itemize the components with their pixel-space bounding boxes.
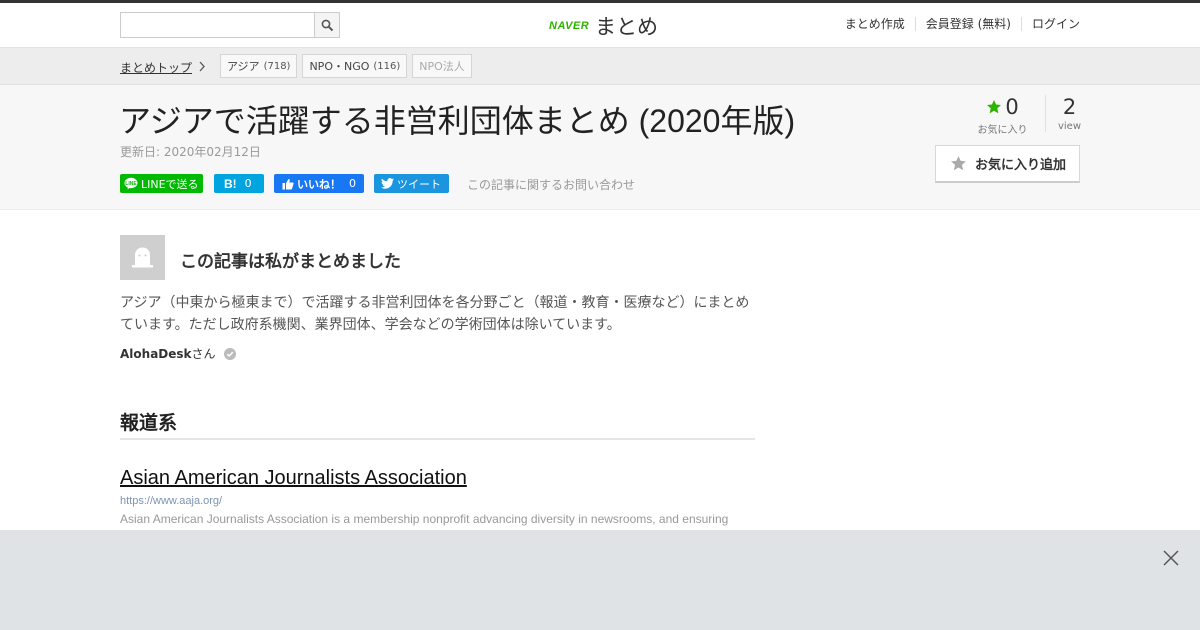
author-suffix: さん [191, 347, 216, 361]
facebook-like-label: いいね！ [297, 177, 341, 191]
tag-asia[interactable]: アジア (718) [220, 54, 298, 78]
close-icon [1163, 550, 1179, 566]
article-header: アジアで活躍する非営利団体まとめ (2020年版) 更新日: 2020年02月1… [0, 85, 1200, 210]
breadcrumb-home-link[interactable]: まとめトップ [120, 59, 192, 76]
article-description: アジア（中東から極東まで）で活躍する非営利団体を各分野ごと（報道・教育・医療など… [120, 295, 750, 333]
hatena-count: 0 [244, 177, 252, 190]
site-header: NAVER まとめ まとめ作成 会員登録 (無料) ログイン [0, 3, 1200, 48]
twitter-icon [381, 178, 394, 189]
facebook-like-icon [282, 178, 294, 190]
line-share-button[interactable]: LINE LINEで送る [120, 174, 203, 193]
author-heading: この記事は私がまとめました [180, 252, 401, 272]
logo-product: まとめ [595, 15, 658, 39]
login-link[interactable]: ログイン [1020, 17, 1080, 31]
search-icon [321, 19, 334, 32]
updated-date: 更新日: 2020年02月12日 [120, 145, 261, 159]
views-count: 2 [1062, 95, 1077, 119]
favorites-count: 0 [1005, 95, 1019, 119]
facebook-like-count: 0 [349, 177, 356, 190]
svg-text:LINE: LINE [125, 181, 137, 187]
tag-list: アジア (718) NPO・NGO (116) NPO法人 [220, 54, 477, 78]
section-heading: 報道系 [120, 408, 755, 440]
page-title: アジアで活躍する非営利団体まとめ (2020年版) [119, 103, 796, 139]
logo-brand: NAVER [549, 20, 590, 32]
facebook-like-button[interactable]: いいね！ 0 [274, 174, 364, 193]
avatar[interactable] [120, 235, 165, 280]
header-nav: まとめ作成 会員登録 (無料) ログイン [835, 17, 1080, 31]
avatar-icon [120, 235, 165, 280]
tag-count: (116) [373, 60, 401, 72]
tag-count: (718) [263, 60, 291, 72]
tag-label: NPO・NGO [309, 60, 370, 73]
line-icon: LINE [124, 177, 138, 190]
hatena-icon: B! [224, 176, 237, 191]
register-link[interactable]: 会員登録 (無料) [914, 17, 1021, 31]
link-card-description: Asian American Journalists Association i… [120, 512, 729, 526]
article-contact-link[interactable]: この記事に関するお問い合わせ [467, 176, 635, 193]
close-ad-button[interactable] [1162, 549, 1180, 567]
favorites-label: お気に入り [977, 125, 1028, 136]
link-card-title[interactable]: Asian American Journalists Association [120, 467, 467, 490]
verified-check-icon [223, 347, 236, 360]
ad-overlay [0, 530, 1200, 630]
author-name: AlohaDesk [120, 346, 192, 361]
views-stat: 2 view [1045, 95, 1093, 132]
tweet-label: ツイート [397, 177, 441, 191]
line-share-label: LINEで送る [141, 177, 199, 191]
hatena-bookmark-button[interactable]: B! 0 [214, 174, 264, 193]
search-button[interactable] [314, 12, 340, 38]
views-label: view [1057, 121, 1082, 132]
tag-npo-corporation[interactable]: NPO法人 [412, 54, 472, 78]
breadcrumb: まとめトップ アジア (718) NPO・NGO (116) NPO法人 [0, 48, 1200, 85]
tweet-button[interactable]: ツイート [374, 174, 449, 193]
chevron-right-icon [199, 61, 205, 72]
create-matome-link[interactable]: まとめ作成 [835, 17, 915, 31]
star-icon [950, 155, 967, 172]
link-card-url[interactable]: https://www.aaja.org/ [120, 495, 222, 507]
search-input[interactable] [120, 12, 315, 38]
author-link[interactable]: AlohaDesk さん [120, 345, 236, 362]
tag-label: NPO法人 [419, 60, 465, 73]
tag-label: アジア [227, 60, 260, 73]
search-box [120, 12, 340, 38]
tag-npo-ngo[interactable]: NPO・NGO (116) [302, 54, 408, 78]
add-favorite-label: お気に入り追加 [975, 158, 1067, 173]
favorites-stat: 0 お気に入り [975, 95, 1030, 136]
star-icon [987, 100, 1002, 114]
add-favorite-button[interactable]: お気に入り追加 [935, 145, 1080, 183]
